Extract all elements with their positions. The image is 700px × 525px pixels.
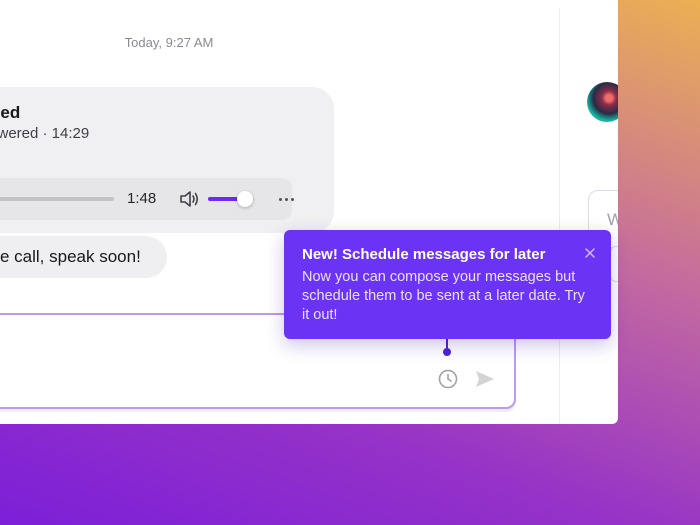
app-window: Today, 9:27 AM ded swered · 14:29 1:48 [0,0,618,424]
tooltip-body: Now you can compose your messages but sc… [302,269,585,323]
tooltip-title: New! Schedule messages for later [302,246,546,263]
schedule-feature-tooltip: New! Schedule messages for later Now you… [284,230,611,339]
volume-slider-handle[interactable] [236,191,253,207]
message-text: e call, speak soon! [0,247,141,266]
audio-player: 1:48 [0,178,294,220]
volume-slider[interactable] [208,191,254,207]
side-input-text: W [607,210,618,229]
send-icon[interactable] [474,369,496,389]
close-icon[interactable] [584,247,596,259]
message-bubble: e call, speak soon! [0,236,167,278]
audio-duration: 1:48 [127,190,157,207]
avatar[interactable] [587,82,618,122]
call-subtitle: swered · 14:29 [0,125,90,142]
call-recording-card: ded swered · 14:29 1:48 [0,87,334,233]
message-timestamp: Today, 9:27 AM [124,35,214,50]
call-title: ded [0,103,21,122]
volume-icon[interactable] [178,189,200,209]
chat-pane: Today, 9:27 AM ded swered · 14:29 1:48 [0,0,559,424]
side-panel-lower-field[interactable] [610,246,618,282]
clock-icon[interactable] [437,368,459,390]
audio-progress-track[interactable] [0,197,114,201]
pane-divider [559,8,560,424]
more-options-button[interactable] [276,190,298,208]
tooltip-anchor-dot [443,348,451,356]
